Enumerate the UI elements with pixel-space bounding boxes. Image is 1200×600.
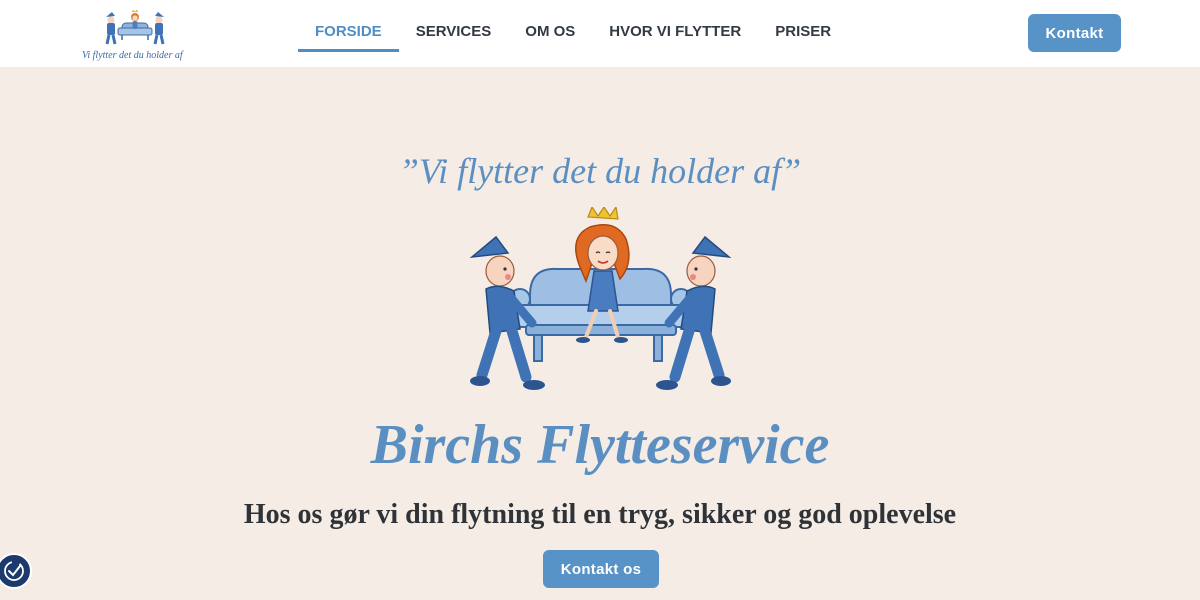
hero-illustration bbox=[468, 205, 733, 402]
main-nav: FORSIDE SERVICES OM OS HVOR VI FLYTTER P… bbox=[298, 12, 848, 52]
accessibility-widget-button[interactable] bbox=[0, 553, 32, 589]
site-logo[interactable]: Vi flytter det du holder af bbox=[80, 6, 190, 64]
logo-tagline: Vi flytter det du holder af bbox=[82, 50, 183, 61]
kontakt-os-button[interactable]: Kontakt os bbox=[543, 550, 659, 588]
hero-slogan: ”Vi flytter det du holder af” bbox=[398, 151, 802, 191]
movers-carrying-princess-icon bbox=[469, 205, 732, 390]
nav-item-om-os[interactable]: OM OS bbox=[508, 12, 592, 52]
brand-title: Birchs Flytteservice bbox=[370, 414, 830, 476]
nav-item-priser[interactable]: PRISER bbox=[758, 12, 848, 52]
nav-item-services[interactable]: SERVICES bbox=[399, 12, 509, 52]
nav-item-hvor-vi-flytter[interactable]: HVOR VI FLYTTER bbox=[592, 12, 758, 52]
site-header: Vi flytter det du holder af FORSIDE SERV… bbox=[0, 0, 1200, 67]
hero-subtitle: Hos os gør vi din flytning til en tryg, … bbox=[243, 499, 957, 530]
kontakt-button[interactable]: Kontakt bbox=[1028, 14, 1121, 52]
accessibility-check-icon bbox=[4, 561, 24, 581]
movers-logo-icon bbox=[105, 9, 165, 45]
nav-item-forside[interactable]: FORSIDE bbox=[298, 12, 399, 52]
